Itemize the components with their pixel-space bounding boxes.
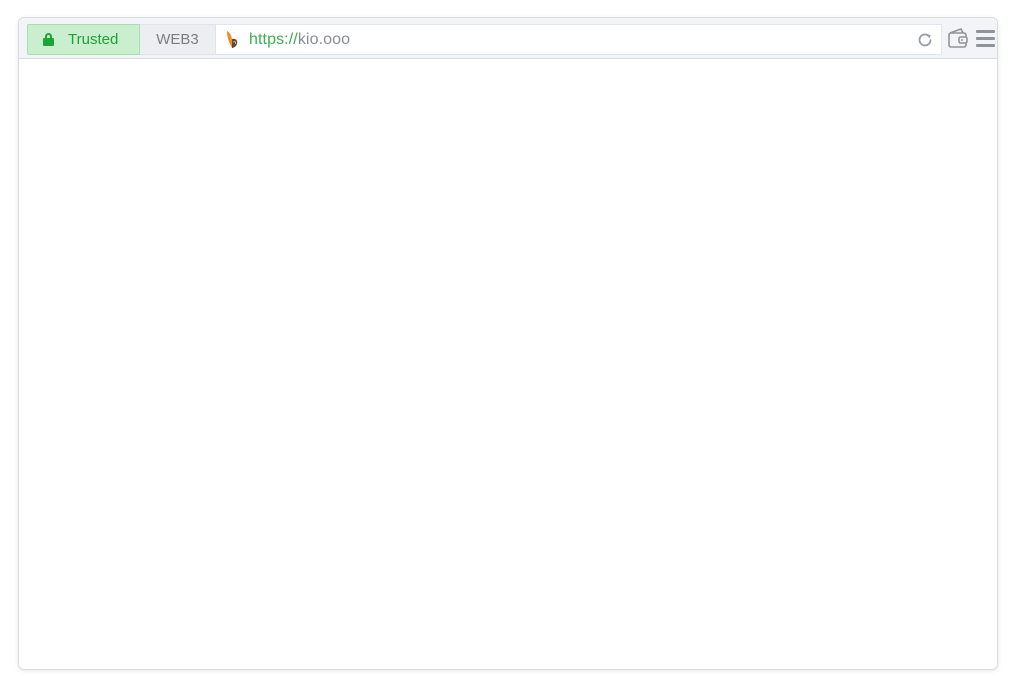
web3-tab[interactable]: WEB3 xyxy=(140,24,216,55)
lock-icon xyxy=(43,33,54,46)
browser-window: Trusted WEB3 https://kio.ooo xyxy=(18,17,998,670)
wallet-icon[interactable] xyxy=(947,27,969,49)
url-text[interactable]: https://kio.ooo xyxy=(249,31,350,49)
address-bar[interactable]: https://kio.ooo xyxy=(216,24,942,55)
reload-icon[interactable] xyxy=(917,32,933,48)
url-scheme: https:// xyxy=(249,30,298,48)
browser-toolbar: Trusted WEB3 https://kio.ooo xyxy=(19,18,997,59)
trusted-label: Trusted xyxy=(68,31,119,48)
trusted-badge[interactable]: Trusted xyxy=(27,24,140,55)
page-content-area xyxy=(19,59,997,669)
hamburger-menu-icon[interactable] xyxy=(976,30,995,47)
url-host: kio.ooo xyxy=(297,30,351,48)
orange-leaf-icon xyxy=(227,30,238,48)
